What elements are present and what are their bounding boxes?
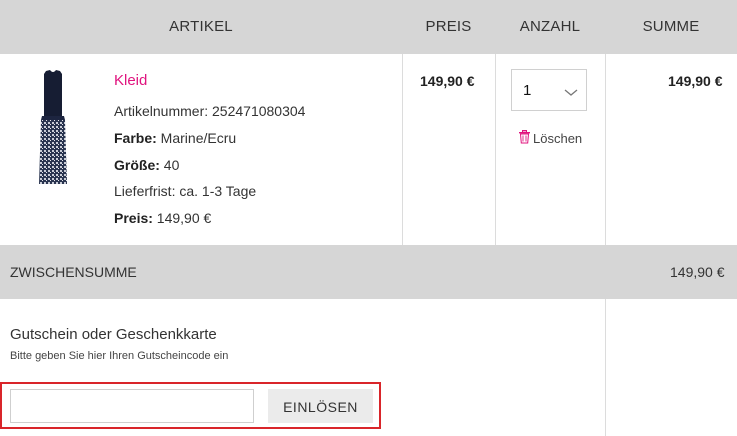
chevron-down-icon xyxy=(564,84,578,96)
coupon-help-text: Bitte geben Sie hier Ihren Gutscheincode… xyxy=(10,350,229,362)
price-value: 149,90 € xyxy=(152,210,212,226)
coupon-code-input[interactable] xyxy=(10,389,254,423)
column-divider xyxy=(495,54,496,245)
subtotal-value: 149,90 € xyxy=(670,264,725,280)
column-divider xyxy=(402,54,403,245)
color-label: Farbe: xyxy=(114,130,157,146)
delete-label: Löschen xyxy=(533,131,583,146)
header-preis: PREIS xyxy=(425,18,472,35)
size-value: 40 xyxy=(159,157,180,173)
header-anzahl: ANZAHL xyxy=(519,18,581,35)
quantity-select[interactable]: 1 xyxy=(511,69,587,111)
header-summe: SUMME xyxy=(642,18,700,35)
price-label: Preis: xyxy=(114,210,153,226)
size-label: Größe: xyxy=(114,157,160,173)
product-size: Größe: 40 xyxy=(114,157,179,173)
product-color: Farbe: Marine/Ecru xyxy=(114,130,236,146)
article-number: Artikelnummer: 252471080304 xyxy=(114,103,306,119)
coupon-title: Gutschein oder Geschenkkarte xyxy=(10,326,217,343)
quantity-value: 1 xyxy=(523,82,532,99)
product-name-link[interactable]: Kleid xyxy=(114,72,147,89)
row-total: 149,90 € xyxy=(668,73,723,89)
redeem-button[interactable]: EINLÖSEN xyxy=(268,389,373,423)
header-artikel: ARTIKEL xyxy=(169,18,233,35)
delete-item-button[interactable]: Löschen xyxy=(518,130,582,147)
trash-icon xyxy=(518,130,531,147)
unit-price: 149,90 € xyxy=(420,73,475,89)
subtotal-label: ZWISCHENSUMME xyxy=(10,264,137,280)
cart-table-header: ARTIKEL PREIS ANZAHL SUMME xyxy=(0,0,737,54)
dress-image[interactable] xyxy=(36,70,70,186)
color-value: Marine/Ecru xyxy=(156,130,237,146)
product-price: Preis: 149,90 € xyxy=(114,210,211,226)
delivery-time: Lieferfrist: ca. 1-3 Tage xyxy=(114,183,257,199)
